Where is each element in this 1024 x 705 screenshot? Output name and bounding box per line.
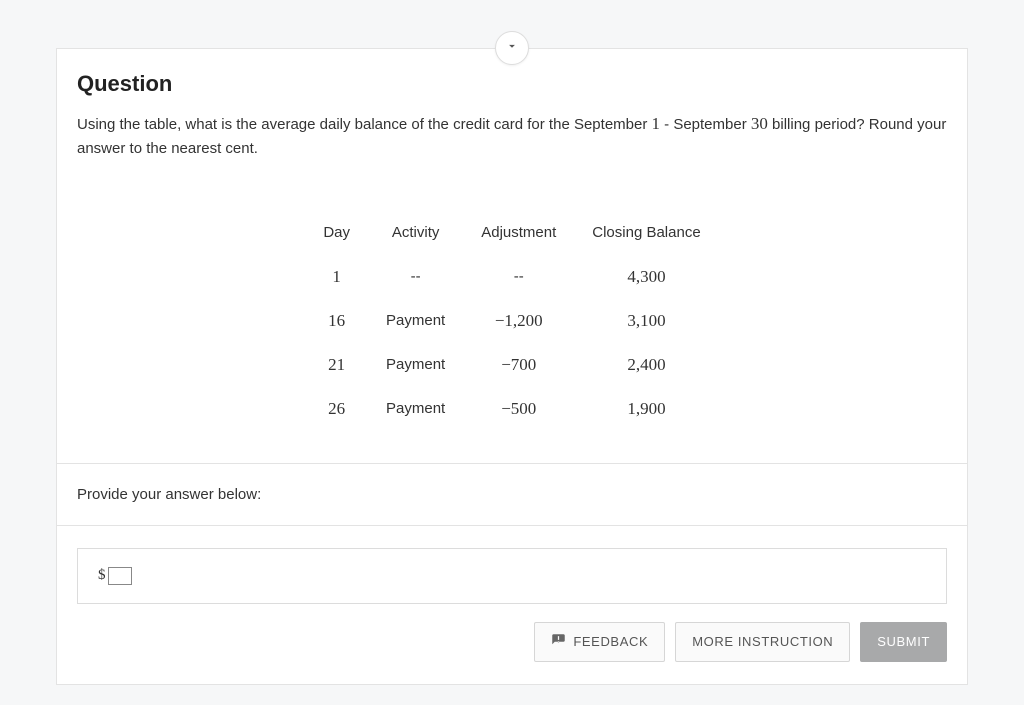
question-card: Question Using the table, what is the av… bbox=[56, 48, 968, 685]
submit-label: SUBMIT bbox=[877, 634, 930, 649]
expand-down-button[interactable] bbox=[495, 31, 529, 65]
currency-symbol: $ bbox=[98, 567, 106, 583]
feedback-label: FEEDBACK bbox=[573, 634, 648, 649]
table-row: 21 Payment −700 2,400 bbox=[305, 343, 718, 387]
more-instruction-button[interactable]: MORE INSTRUCTION bbox=[675, 622, 850, 662]
answer-box: $ bbox=[77, 548, 947, 604]
chevron-down-icon bbox=[505, 39, 519, 57]
col-balance: Closing Balance bbox=[574, 216, 718, 255]
col-adjustment: Adjustment bbox=[463, 216, 574, 255]
col-activity: Activity bbox=[368, 216, 463, 255]
table-header-row: Day Activity Adjustment Closing Balance bbox=[305, 216, 718, 255]
question-title: Question bbox=[77, 71, 947, 97]
question-text: Using the table, what is the average dai… bbox=[77, 111, 947, 161]
col-day: Day bbox=[305, 216, 368, 255]
answer-input[interactable] bbox=[108, 567, 132, 585]
table-row: 1 -- -- 4,300 bbox=[305, 255, 718, 299]
table-row: 26 Payment −500 1,900 bbox=[305, 387, 718, 431]
feedback-button[interactable]: FEEDBACK bbox=[534, 622, 665, 662]
submit-button[interactable]: SUBMIT bbox=[860, 622, 947, 662]
provide-answer-label: Provide your answer below: bbox=[77, 486, 947, 503]
feedback-icon bbox=[551, 633, 566, 651]
table-row: 16 Payment −1,200 3,100 bbox=[305, 299, 718, 343]
balance-table: Day Activity Adjustment Closing Balance … bbox=[305, 216, 718, 431]
more-instruction-label: MORE INSTRUCTION bbox=[692, 634, 833, 649]
